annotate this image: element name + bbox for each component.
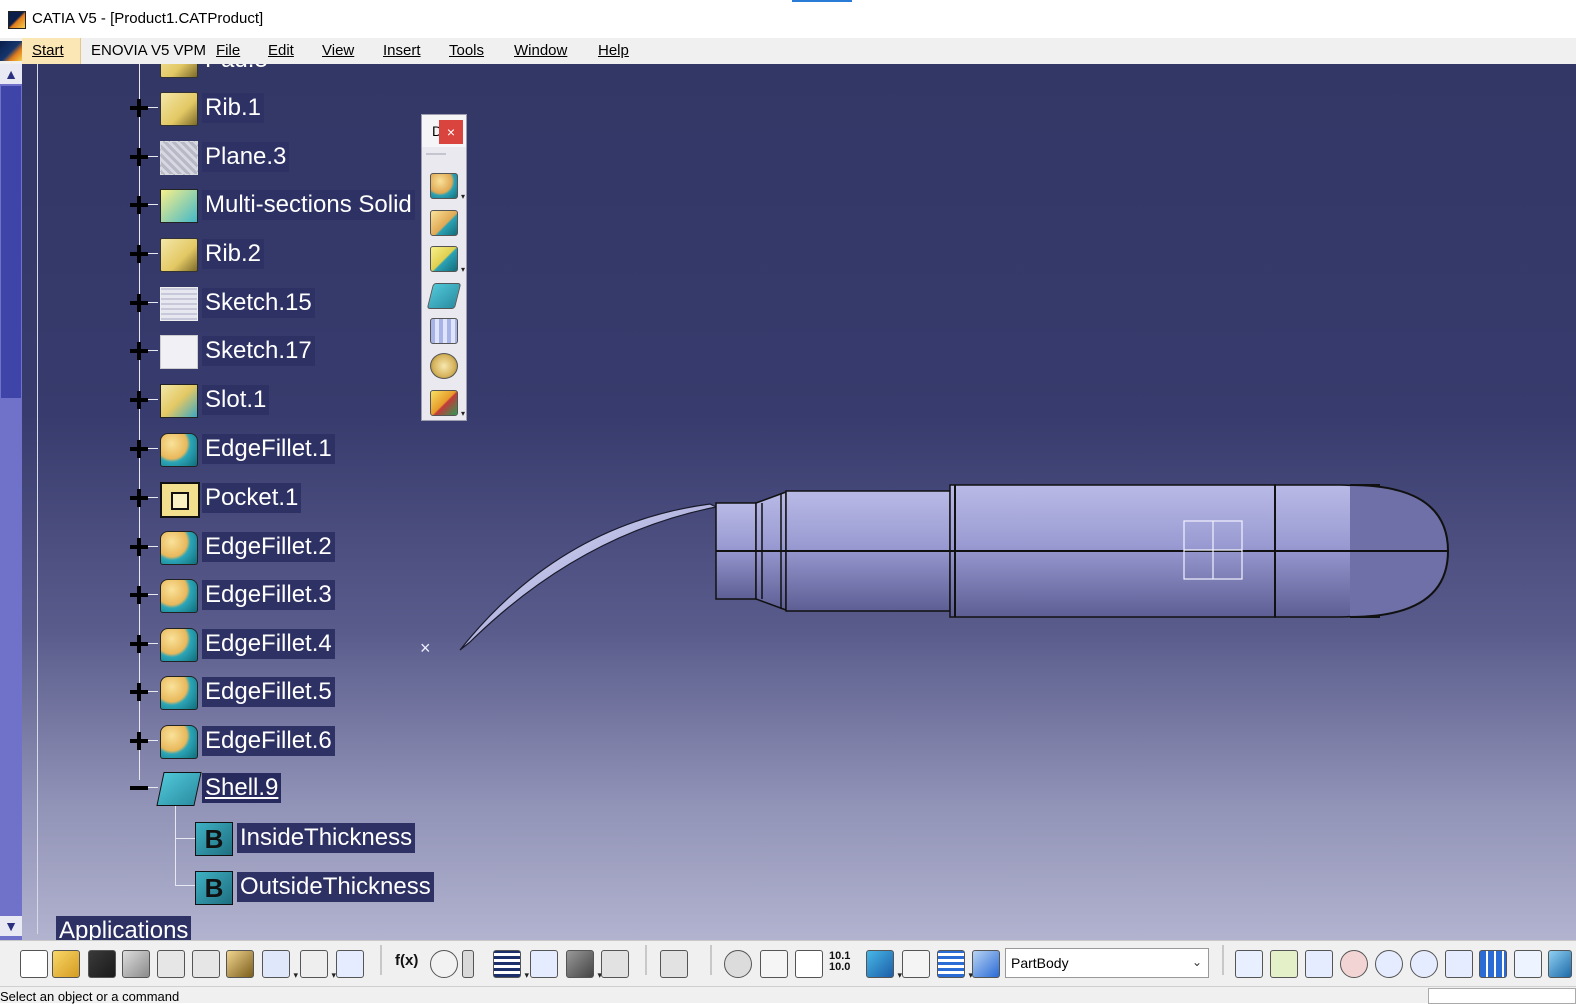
design-table-icon[interactable] <box>493 950 529 981</box>
catia-logo-icon <box>0 41 22 61</box>
fly-mode-icon[interactable] <box>1235 950 1263 978</box>
rotate-icon[interactable] <box>724 950 752 978</box>
zoom-in-icon[interactable] <box>1375 950 1403 978</box>
menu-window[interactable]: Window <box>514 42 567 59</box>
menu-help[interactable]: Help <box>598 42 629 59</box>
window-title: CATIA V5 - [Product1.CATProduct] <box>32 10 264 27</box>
rotate-view-icon[interactable] <box>1340 950 1368 978</box>
shading-icon[interactable] <box>1548 950 1572 978</box>
measure-button[interactable]: 10.1 10.0 <box>829 951 850 973</box>
hide-show-icon[interactable] <box>866 950 902 981</box>
update-icon[interactable] <box>660 950 688 978</box>
geometry-viewport[interactable]: ▲ ▼ Pad.3 Rib.1 Plane.3 Multi-sections S… <box>0 64 1576 940</box>
axis-system-icon[interactable] <box>795 950 823 978</box>
toolbar-separator <box>645 945 647 975</box>
open-folder-icon[interactable] <box>52 950 80 978</box>
lock-icon[interactable] <box>566 950 602 981</box>
scan-icon[interactable] <box>902 950 930 978</box>
redo-icon[interactable] <box>300 950 336 981</box>
define-in-work-object-icon[interactable] <box>972 950 1000 978</box>
new-file-icon[interactable] <box>20 950 48 978</box>
menu-file[interactable]: File <box>216 42 240 59</box>
paste-icon[interactable] <box>226 950 254 978</box>
pan-hand-icon[interactable] <box>760 950 788 978</box>
chevron-down-icon[interactable]: ⌄ <box>1192 955 1202 969</box>
titlebar-accent-line <box>792 0 852 2</box>
toolbar-separator <box>710 945 712 975</box>
standard-toolbar: f(x) 10.1 10.0 PartBody ⌄ <box>0 940 1576 987</box>
work-object-value: PartBody <box>1011 955 1069 971</box>
multi-view-icon[interactable] <box>1479 950 1507 978</box>
copy-icon[interactable] <box>192 950 220 978</box>
toolbar-separator <box>1222 945 1224 975</box>
work-object-select[interactable]: PartBody ⌄ <box>1005 948 1209 978</box>
part-3d-model[interactable] <box>0 64 1576 940</box>
properties-icon[interactable] <box>937 950 973 981</box>
formula-button[interactable]: f(x) <box>395 952 418 969</box>
menu-insert[interactable]: Insert <box>383 42 421 59</box>
menu-start-label: Start <box>32 42 64 59</box>
status-bar: Select an object or a command <box>0 986 1576 1004</box>
menu-edit[interactable]: Edit <box>268 42 294 59</box>
catalog-browser-icon[interactable] <box>530 950 558 978</box>
menu-start[interactable]: Start <box>22 38 81 64</box>
menu-tools[interactable]: Tools <box>449 42 484 59</box>
menu-view[interactable]: View <box>322 42 354 59</box>
isometric-view-icon[interactable] <box>1514 950 1542 978</box>
catia-app-icon <box>8 11 26 29</box>
fit-all-icon[interactable] <box>1270 950 1298 978</box>
whats-this-help-icon[interactable] <box>336 950 364 978</box>
menu-enovia[interactable]: ENOVIA V5 VPM <box>91 42 206 59</box>
pan-icon[interactable] <box>1305 950 1333 978</box>
knowledge-advisor-icon[interactable] <box>430 950 458 978</box>
list-icon[interactable] <box>601 950 629 978</box>
zoom-out-icon[interactable] <box>1410 950 1438 978</box>
undo-icon[interactable] <box>262 950 298 981</box>
save-icon[interactable] <box>88 950 116 978</box>
menu-bar: Start ENOVIA V5 VPM File Edit View Inser… <box>0 38 1576 65</box>
toolbar-separator <box>380 945 382 975</box>
cut-icon[interactable] <box>157 950 185 978</box>
print-icon[interactable] <box>122 950 150 978</box>
knowledge-icon[interactable] <box>462 950 474 978</box>
window-titlebar: CATIA V5 - [Product1.CATProduct] <box>0 0 1576 38</box>
normal-view-icon[interactable] <box>1445 950 1473 978</box>
